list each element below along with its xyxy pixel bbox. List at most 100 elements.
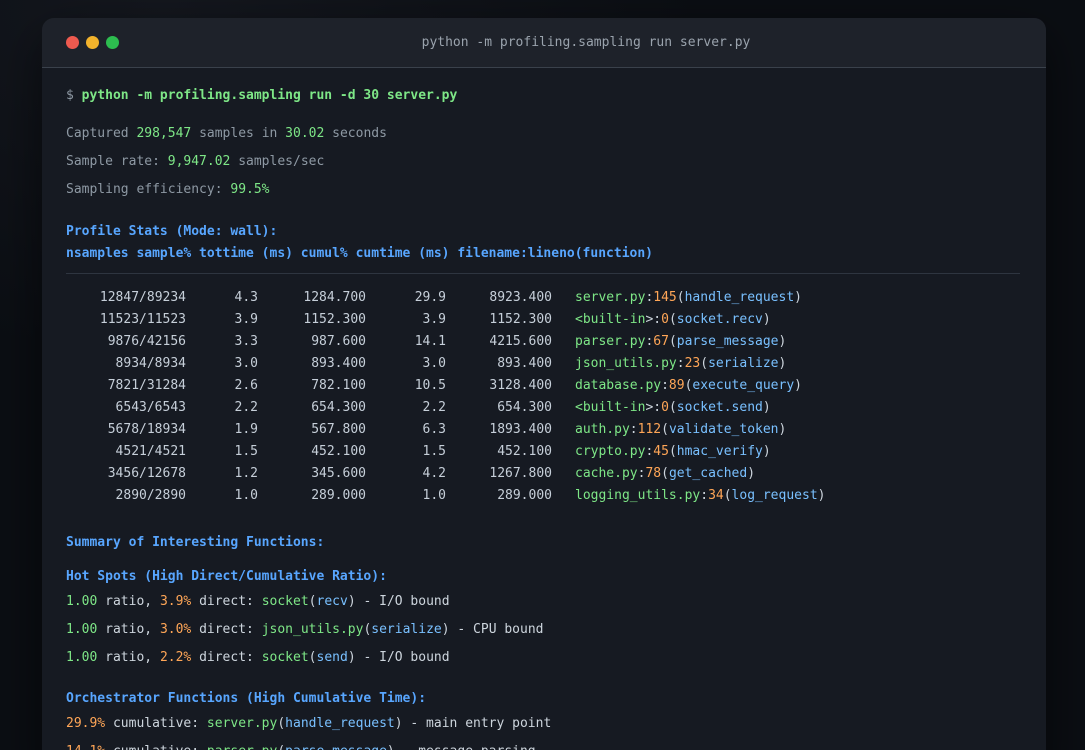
function-cell: server.py:145(handle_request) xyxy=(575,290,802,305)
target-name: json_utils.py xyxy=(261,622,364,637)
sample-pct-cell: 4.3 xyxy=(234,290,258,305)
tottime-cell: 893.400 xyxy=(311,356,366,371)
table-row: 9876/42156 3.3 987.600 14.1 4215.600 parser.p… xyxy=(66,331,1020,353)
sample-pct-cell: 1.5 xyxy=(234,444,258,459)
table-row: 2890/2890 1.0 289.000 1.0 289.000 logging_uti… xyxy=(66,485,1020,507)
target-name: socket xyxy=(261,650,309,665)
cumtime-cell: 1152.300 xyxy=(489,312,552,327)
hotspots-heading: Hot Spots (High Direct/Cumulative Ratio)… xyxy=(66,569,387,584)
traffic-lights xyxy=(42,36,146,49)
cumtime-cell: 893.400 xyxy=(497,356,552,371)
bound-description: - CPU bound xyxy=(449,622,544,637)
tottime-cell: 782.100 xyxy=(311,378,366,393)
function-cell: <built-in>:0(socket.send) xyxy=(575,400,771,415)
tottime-cell: 345.600 xyxy=(311,466,366,481)
function-cell: parser.py:67(parse_message) xyxy=(575,334,787,349)
maximize-button[interactable] xyxy=(106,36,119,49)
function-cell: database.py:89(execute_query) xyxy=(575,378,802,393)
efficiency-value: 99.5% xyxy=(230,182,270,197)
tottime-cell: 452.100 xyxy=(311,444,366,459)
function-cell: cache.py:78(get_cached) xyxy=(575,466,756,481)
sample-pct-cell: 3.3 xyxy=(234,334,258,349)
sample-pct-cell: 2.6 xyxy=(234,378,258,393)
captured-suffix-label: seconds xyxy=(324,126,387,141)
function-name: serialize xyxy=(371,622,442,637)
nsamples-cell: 2890/2890 xyxy=(115,488,186,503)
function-name: recv xyxy=(316,594,348,609)
function-name: parse_message xyxy=(285,744,387,750)
captured-line: Captured 298,547 samples in 30.02 second… xyxy=(66,124,1020,144)
cumul-pct-cell: 6.3 xyxy=(422,422,446,437)
hotspot-item: 1.00 ratio, 2.2% direct: socket(send) - … xyxy=(66,650,450,665)
table-divider xyxy=(66,273,1020,274)
captured-samples-value: 298,547 xyxy=(136,126,192,141)
summary-heading: Summary of Interesting Functions: xyxy=(66,535,325,550)
sample-rate-line: Sample rate: 9,947.02 samples/sec xyxy=(66,152,1020,172)
cumul-pct-cell: 2.2 xyxy=(422,400,446,415)
efficiency-label: Sampling efficiency: xyxy=(66,182,231,197)
hotspot-item: 1.00 ratio, 3.0% direct: json_utils.py(s… xyxy=(66,622,544,637)
sample-rate-unit: samples/sec xyxy=(230,154,325,169)
tottime-cell: 567.800 xyxy=(311,422,366,437)
function-cell: auth.py:112(validate_token) xyxy=(575,422,787,437)
terminal-content[interactable]: $ python -m profiling.sampling run -d 30… xyxy=(42,68,1046,750)
cumtime-cell: 1893.400 xyxy=(489,422,552,437)
stats-table: 12847/89234 4.3 1284.700 29.9 8923.400 server… xyxy=(66,287,1020,507)
cumtime-cell: 8923.400 xyxy=(489,290,552,305)
orchestrators-heading: Orchestrator Functions (High Cumulative … xyxy=(66,691,427,706)
cumtime-cell: 654.300 xyxy=(497,400,552,415)
sample-pct-cell: 3.0 xyxy=(234,356,258,371)
window-title: python -m profiling.sampling run server.… xyxy=(421,35,751,50)
target-name: socket xyxy=(261,594,309,609)
function-cell: json_utils.py:23(serialize) xyxy=(575,356,787,371)
nsamples-cell: 6543/6543 xyxy=(115,400,186,415)
direct-pct-value: 2.2% xyxy=(159,650,192,665)
sample-pct-cell: 1.0 xyxy=(234,488,258,503)
function-name: send xyxy=(316,650,348,665)
ratio-value: 1.00 xyxy=(66,650,98,665)
table-row: 8934/8934 3.0 893.400 3.0 893.400 json_utils.… xyxy=(66,353,1020,375)
cumul-pct-cell: 4.2 xyxy=(422,466,446,481)
cumul-pct-cell: 29.9 xyxy=(414,290,446,305)
tottime-cell: 1284.700 xyxy=(303,290,366,305)
function-cell: logging_utils.py:34(log_request) xyxy=(575,488,826,503)
terminal-window: python -m profiling.sampling run server.… xyxy=(42,18,1046,750)
cumul-pct-cell: 1.5 xyxy=(422,444,446,459)
sample-rate-value: 9,947.02 xyxy=(167,154,231,169)
function-cell: crypto.py:45(hmac_verify) xyxy=(575,444,771,459)
captured-mid-label: samples in xyxy=(191,126,286,141)
cumtime-cell: 3128.400 xyxy=(489,378,552,393)
nsamples-cell: 11523/11523 xyxy=(99,312,186,327)
table-row: 11523/11523 3.9 1152.300 3.9 1152.300 <built-… xyxy=(66,309,1020,331)
cumul-pct-cell: 1.0 xyxy=(422,488,446,503)
orchestrator-item: 29.9% cumulative: server.py(handle_reque… xyxy=(66,716,552,731)
nsamples-cell: 9876/42156 xyxy=(107,334,186,349)
ratio-value: 1.00 xyxy=(66,622,98,637)
ratio-value: 1.00 xyxy=(66,594,98,609)
table-row: 5678/18934 1.9 567.800 6.3 1893.400 auth.py:1… xyxy=(66,419,1020,441)
minimize-button[interactable] xyxy=(86,36,99,49)
table-row: 12847/89234 4.3 1284.700 29.9 8923.400 server… xyxy=(66,287,1020,309)
cumul-pct-cell: 3.9 xyxy=(422,312,446,327)
sample-pct-cell: 3.9 xyxy=(234,312,258,327)
role-description: - message parsing xyxy=(395,744,536,750)
terminal-titlebar[interactable]: python -m profiling.sampling run server.… xyxy=(42,18,1046,68)
command-text: python -m profiling.sampling run -d 30 s… xyxy=(81,88,458,103)
orchestrator-item: 14.1% cumulative: parser.py(parse_messag… xyxy=(66,742,1020,750)
cumul-pct-cell: 3.0 xyxy=(422,356,446,371)
table-row: 3456/12678 1.2 345.600 4.2 1267.800 cache.py:… xyxy=(66,463,1020,485)
sample-pct-cell: 2.2 xyxy=(234,400,258,415)
file-name: server.py xyxy=(206,716,278,731)
cumtime-cell: 4215.600 xyxy=(489,334,552,349)
bound-description: - I/O bound xyxy=(355,594,450,609)
direct-pct-value: 3.9% xyxy=(159,594,192,609)
cumtime-cell: 289.000 xyxy=(497,488,552,503)
tottime-cell: 1152.300 xyxy=(303,312,366,327)
close-button[interactable] xyxy=(66,36,79,49)
nsamples-cell: 5678/18934 xyxy=(107,422,186,437)
direct-pct-value: 3.0% xyxy=(159,622,192,637)
nsamples-cell: 4521/4521 xyxy=(115,444,186,459)
bound-description: - I/O bound xyxy=(355,650,450,665)
cumtime-cell: 452.100 xyxy=(497,444,552,459)
cumulative-pct-value: 14.1% xyxy=(66,744,105,750)
